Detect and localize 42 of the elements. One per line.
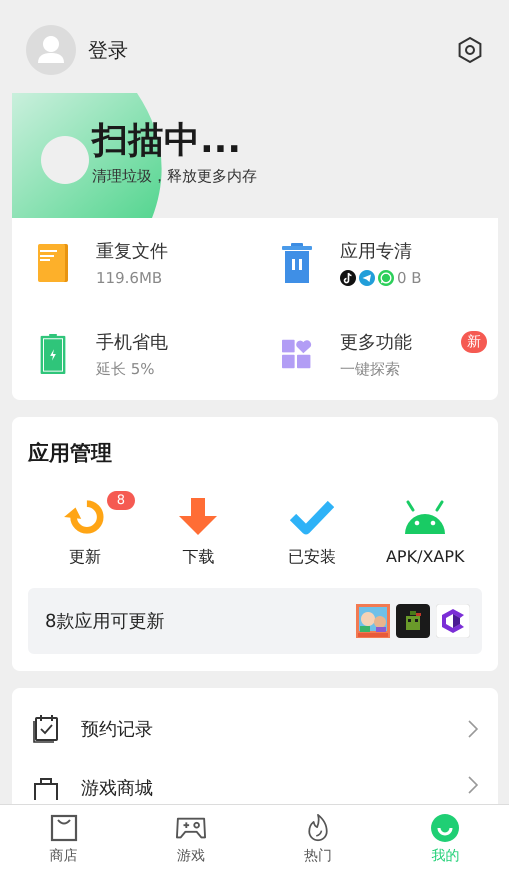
music-note-icon [340,270,356,286]
section-title: 应用管理 [28,440,113,467]
manage-label[interactable]: APK/XAPK [386,547,465,566]
menu-label: 游戏商城 [81,779,154,799]
menu-label: 预约记录 [81,718,154,741]
calendar-check-icon [33,715,59,743]
tool-subtitle: 119.6MB [96,269,162,288]
login-link[interactable]: 登录 [88,36,128,64]
tool-title[interactable]: 更多功能 [340,330,412,356]
tool-title[interactable]: 手机省电 [96,330,168,356]
checkmark-icon[interactable] [290,498,334,536]
nav-tab[interactable]: 游戏 [127,805,254,873]
nav-tab[interactable]: 商店 [0,805,128,873]
battery-icon[interactable] [38,334,68,374]
new-badge: 新 [461,330,487,352]
android-icon[interactable] [403,498,448,536]
tool-title[interactable]: 应用专清 [340,239,422,266]
manage-label[interactable]: 下载 [182,547,214,568]
document-icon[interactable] [38,243,68,284]
avatar-icon[interactable] [26,25,76,75]
trash-icon[interactable] [282,243,312,284]
nav-tab[interactable]: 热门 [254,805,382,873]
settings-icon[interactable] [456,36,484,64]
manage-label[interactable]: 更新 [68,547,101,568]
tool-subtitle: 一键探索 [340,360,400,379]
chevron-right-icon [468,776,478,794]
shopping-bag-icon [33,776,59,800]
update-notice-panel[interactable]: 8款应用可更新 [28,588,482,654]
chat-phone-icon [378,270,394,286]
chevron-right-icon [468,720,478,738]
tool-title[interactable]: 重复文件 [96,239,168,266]
smile-icon [430,814,460,842]
menu-row[interactable]: 游戏商城 [12,762,498,800]
scan-subtitle: 清理垃圾，释放更多内存 [92,167,258,186]
count-badge: 8 [106,491,136,510]
manage-label[interactable]: 已安装 [288,547,336,568]
tool-subtitle: 0 B [397,269,422,288]
tool-subtitle: 延长 5% [96,360,155,379]
update-notice-text: 8款应用可更新 [45,610,164,633]
bag-icon [48,814,79,842]
menu-row[interactable]: 预约记录 [12,696,498,762]
paper-plane-icon [359,270,375,286]
